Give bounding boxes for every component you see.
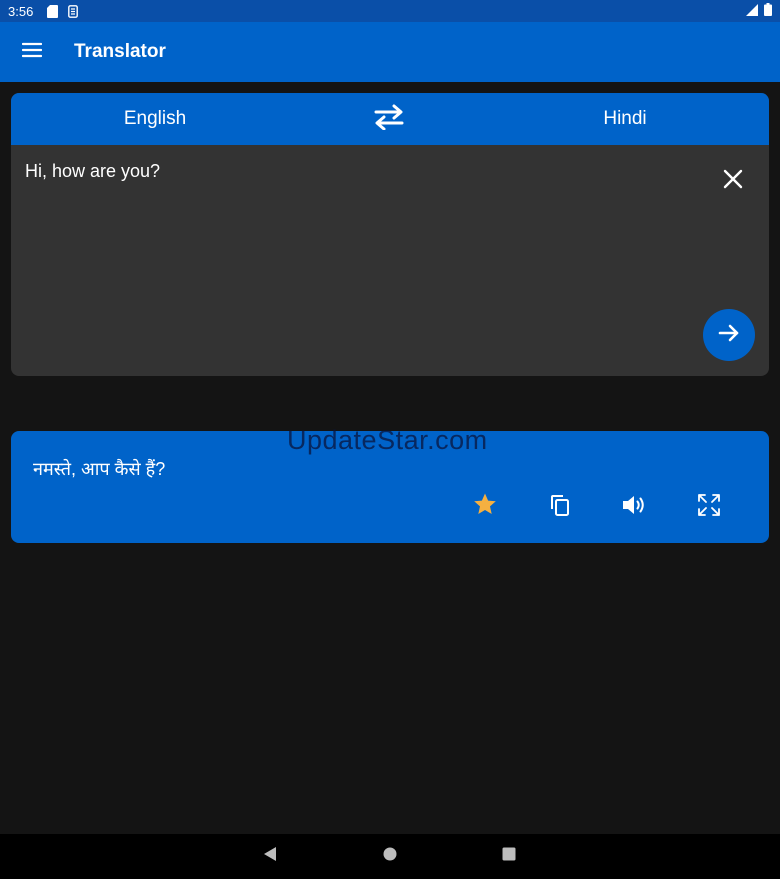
- system-nav-bar: [0, 834, 780, 879]
- translated-text: नमस्ते, आप कैसे हैं?: [33, 459, 166, 479]
- app-title: Translator: [74, 41, 166, 62]
- arrow-right-icon: [718, 323, 740, 348]
- back-button[interactable]: [250, 834, 290, 879]
- favorite-button[interactable]: [465, 487, 505, 527]
- speak-button[interactable]: [614, 487, 654, 527]
- target-language-selector[interactable]: Hindi: [505, 93, 745, 145]
- watermark-text: UpdateStar.com: [287, 425, 488, 455]
- fullscreen-button[interactable]: [689, 487, 729, 527]
- language-bar: English Hindi: [11, 93, 769, 145]
- recents-button[interactable]: [489, 834, 529, 879]
- menu-button[interactable]: [0, 22, 64, 82]
- app-bar: Translator: [0, 22, 780, 82]
- home-button[interactable]: [370, 834, 410, 879]
- status-right: [746, 3, 772, 19]
- copy-icon: [550, 494, 570, 521]
- source-language-selector[interactable]: English: [35, 93, 275, 145]
- recents-icon: [502, 847, 516, 866]
- star-icon: [473, 493, 497, 521]
- status-time: 3:56: [8, 3, 34, 19]
- back-icon: [263, 846, 277, 867]
- battery-icon: [764, 3, 772, 19]
- speaker-icon: [621, 494, 647, 521]
- status-bar: 3:56: [0, 0, 780, 22]
- menu-icon: [21, 42, 43, 63]
- sim-icon: [68, 4, 79, 18]
- input-card: English Hindi Hi, how are you?: [11, 93, 769, 376]
- swap-languages-button[interactable]: [367, 99, 411, 139]
- copy-button[interactable]: [540, 487, 580, 527]
- source-text-input[interactable]: Hi, how are you?: [25, 161, 160, 182]
- clear-input-button[interactable]: [715, 163, 751, 199]
- fullscreen-icon: [697, 493, 721, 522]
- signal-icon: [746, 3, 758, 19]
- swap-icon: [372, 104, 406, 135]
- close-icon: [723, 169, 743, 194]
- sd-card-icon: [47, 4, 59, 18]
- home-icon: [383, 847, 397, 866]
- translate-button[interactable]: [703, 309, 755, 361]
